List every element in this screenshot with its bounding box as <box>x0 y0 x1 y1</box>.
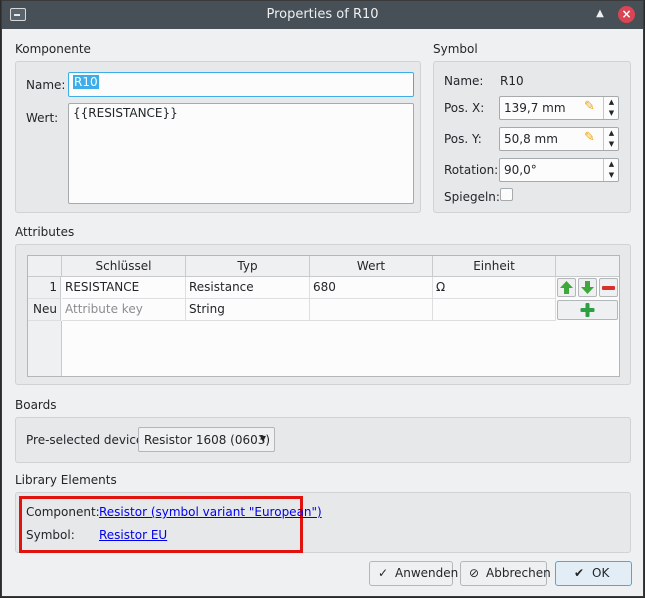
library-component-label: Component: <box>26 505 100 519</box>
rotation-value: 90,0° <box>504 163 537 177</box>
pencil-icon[interactable]: ✎ <box>584 100 598 114</box>
chevron-down-icon: ▼ <box>259 434 266 443</box>
pos-y-decrement[interactable]: ▼ <box>604 139 619 150</box>
move-up-button[interactable] <box>557 278 576 297</box>
pos-y-increment[interactable]: ▲ <box>604 128 619 139</box>
new-type-cell[interactable]: String <box>186 299 310 321</box>
check-icon: ✓ <box>378 566 389 580</box>
column-header-unit[interactable]: Einheit <box>433 256 556 277</box>
pencil-icon[interactable]: ✎ <box>584 131 598 145</box>
pos-y-spinbox[interactable]: 50,8 mm ✎ ▲ ▼ <box>499 127 619 151</box>
plus-icon <box>580 303 595 317</box>
component-value-label: Wert: <box>26 111 59 125</box>
device-combobox[interactable]: Resistor 1608 (0603) ▼ <box>138 427 275 452</box>
cell-type[interactable]: Resistance <box>186 277 310 299</box>
library-component-link[interactable]: Resistor (symbol variant "European") <box>99 505 322 519</box>
minus-icon <box>602 286 615 290</box>
corner-header <box>28 256 62 277</box>
column-header-key[interactable]: Schlüssel <box>62 256 186 277</box>
component-value-text: {{RESISTANCE}} <box>73 106 178 120</box>
component-name-value: R10 <box>73 75 99 89</box>
ok-button-label: OK <box>592 566 610 580</box>
apply-button-label: Anwenden <box>395 566 459 580</box>
symbol-name-label: Name: <box>444 74 484 88</box>
column-header-actions <box>556 256 619 277</box>
attributes-table: Schlüssel Typ Wert Einheit 1 RESISTANCE … <box>27 255 620 377</box>
device-value: Resistor 1608 (0603) <box>144 433 271 447</box>
title-bar[interactable]: Properties of R10 ▲ × <box>2 1 643 29</box>
properties-dialog: Properties of R10 ▲ × Komponente Name: R… <box>1 0 644 597</box>
rotation-decrement[interactable]: ▼ <box>604 170 619 181</box>
component-value-textarea[interactable]: {{RESISTANCE}} <box>68 103 414 204</box>
library-symbol-label: Symbol: <box>26 528 75 542</box>
cell-value[interactable]: 680 <box>310 277 433 299</box>
pos-x-value: 139,7 mm <box>504 101 566 115</box>
mirror-checkbox[interactable] <box>500 188 513 201</box>
cancel-icon: ⊘ <box>469 566 480 580</box>
attributes-section-label: Attributes <box>15 225 75 239</box>
arrow-up-icon <box>560 281 573 294</box>
pos-x-spinbox[interactable]: 139,7 mm ✎ ▲ ▼ <box>499 96 619 120</box>
rotation-spinbox[interactable]: 90,0° ▲ ▼ <box>499 158 619 182</box>
move-down-button[interactable] <box>578 278 597 297</box>
rotation-arrows: ▲ ▼ <box>603 159 618 181</box>
pos-x-label: Pos. X: <box>444 101 485 115</box>
cancel-button-label: Abbrechen <box>486 566 551 580</box>
column-header-value[interactable]: Wert <box>310 256 433 277</box>
ok-icon: ✔ <box>574 566 585 580</box>
cell-key[interactable]: RESISTANCE <box>62 277 186 299</box>
device-label: Pre-selected device: <box>26 433 148 447</box>
chevron-up-icon[interactable]: ▲ <box>594 7 606 21</box>
new-value-cell[interactable] <box>310 299 433 321</box>
cancel-button[interactable]: ⊘ Abbrechen <box>460 561 551 586</box>
mirror-label: Spiegeln: <box>444 190 500 204</box>
library-symbol-link[interactable]: Resistor EU <box>99 528 167 542</box>
new-row-label: Neu : <box>28 299 61 337</box>
pos-y-value: 50,8 mm <box>504 132 558 146</box>
window-title: Properties of R10 <box>266 7 379 22</box>
component-section-label: Komponente <box>15 42 91 56</box>
library-section-label: Library Elements <box>15 473 117 487</box>
pos-x-arrows: ▲ ▼ <box>603 97 618 119</box>
close-icon[interactable]: × <box>618 6 635 23</box>
symbol-name-value: R10 <box>500 74 524 88</box>
pos-x-increment[interactable]: ▲ <box>604 97 619 108</box>
rotation-increment[interactable]: ▲ <box>604 159 619 170</box>
ok-button[interactable]: ✔ OK <box>555 561 632 586</box>
symbol-section-label: Symbol <box>433 42 478 56</box>
new-key-input[interactable]: Attribute key <box>62 299 186 321</box>
component-name-label: Name: <box>26 78 66 92</box>
add-attribute-button[interactable] <box>557 300 618 320</box>
cell-unit[interactable]: Ω <box>433 277 556 299</box>
component-name-input[interactable]: R10 <box>68 72 414 97</box>
column-header-type[interactable]: Typ <box>186 256 310 277</box>
new-unit-cell[interactable] <box>433 299 556 321</box>
pos-y-label: Pos. Y: <box>444 132 482 146</box>
boards-section-label: Boards <box>15 398 57 412</box>
pos-y-arrows: ▲ ▼ <box>603 128 618 150</box>
rotation-label: Rotation: <box>444 163 499 177</box>
row-index: 1 <box>28 277 61 299</box>
arrow-down-icon <box>581 281 594 294</box>
row-header-filler <box>28 321 62 376</box>
remove-attribute-button[interactable] <box>599 278 618 297</box>
pos-x-decrement[interactable]: ▼ <box>604 108 619 119</box>
apply-button[interactable]: ✓ Anwenden <box>369 561 458 586</box>
